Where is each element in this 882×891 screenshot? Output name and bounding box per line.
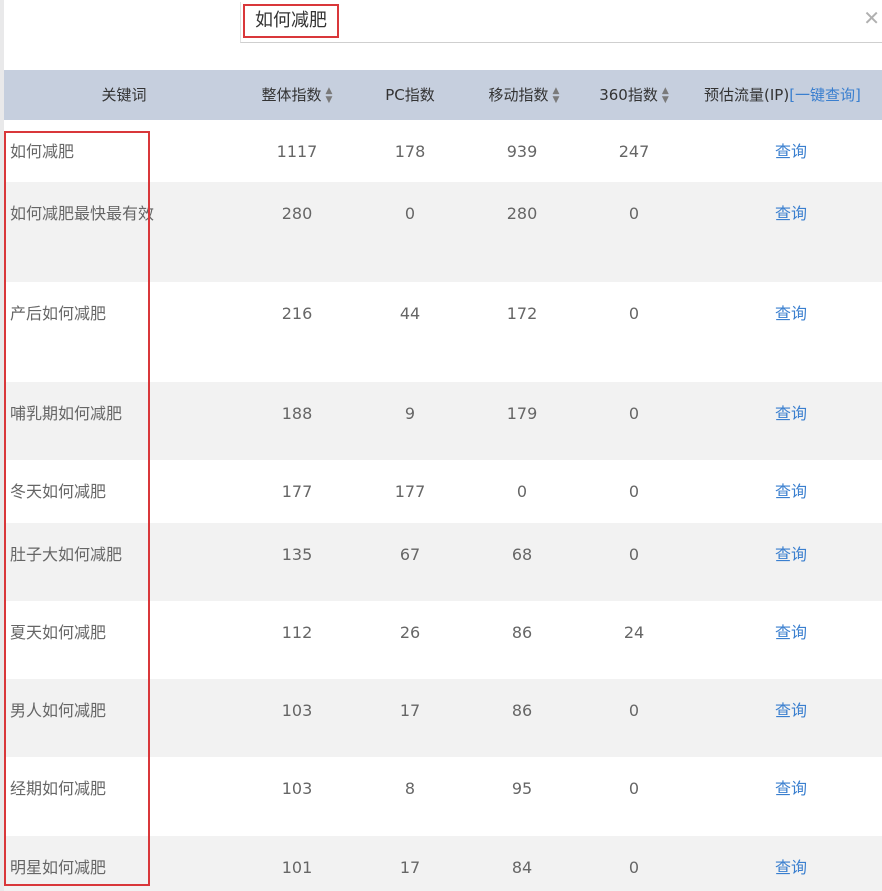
index-360-cell: 247 — [618, 142, 650, 161]
table-row: 明星如何减肥 101 17 84 0 查询 — [4, 836, 882, 891]
keyword-cell: 夏天如何减肥 — [10, 623, 107, 642]
index-360-cell: 0 — [628, 779, 640, 798]
keyword-cell: 男人如何减肥 — [10, 701, 107, 720]
mobile-index-cell: 939 — [506, 142, 538, 161]
query-link[interactable]: 查询 — [749, 480, 833, 504]
query-link[interactable]: 查询 — [749, 140, 833, 164]
header-total-label: 整体指数 — [261, 86, 322, 104]
mobile-index-cell: 84 — [511, 858, 533, 877]
mobile-index-cell: 86 — [511, 623, 533, 642]
query-link[interactable]: 查询 — [749, 699, 833, 723]
mobile-index-cell: 68 — [511, 545, 533, 564]
table-row: 经期如何减肥 103 8 95 0 查询 — [4, 757, 882, 836]
table-header: 关键词 整体指数 ▲ ▼ PC指数 移动指数 ▲ ▼ 360指数 ▲ ▼ 预估流量(IP)[… — [4, 70, 882, 120]
search-box[interactable]: 如何减肥 ✕ — [240, 2, 882, 43]
query-link[interactable]: 查询 — [749, 621, 833, 645]
mobile-index-cell: 179 — [506, 404, 538, 423]
pc-index-cell: 44 — [399, 304, 421, 323]
pc-index-cell: 8 — [404, 779, 416, 798]
index-360-cell: 0 — [628, 204, 640, 223]
mobile-index-cell: 172 — [506, 304, 538, 323]
keyword-cell: 经期如何减肥 — [10, 779, 107, 798]
table-row: 夏天如何减肥 112 26 86 24 查询 — [4, 601, 882, 679]
total-index-cell: 177 — [281, 482, 313, 501]
keyword-cell: 冬天如何减肥 — [10, 482, 107, 501]
header-traffic-label: 预估流量(IP) — [704, 86, 790, 104]
total-index-cell: 103 — [281, 779, 313, 798]
total-index-cell: 216 — [281, 304, 313, 323]
index-360-cell: 0 — [628, 404, 640, 423]
pc-index-cell: 17 — [399, 701, 421, 720]
keyword-cell: 哺乳期如何减肥 — [10, 404, 123, 423]
mobile-index-cell: 0 — [516, 482, 528, 501]
mobile-index-cell: 95 — [511, 779, 533, 798]
table-row: 如何减肥最快最有效 280 0 280 0 查询 — [4, 182, 882, 282]
pc-index-cell: 177 — [394, 482, 426, 501]
total-index-cell: 135 — [281, 545, 313, 564]
header-total[interactable]: 整体指数 ▲ ▼ — [247, 70, 347, 120]
query-link[interactable]: 查询 — [749, 202, 833, 226]
query-link[interactable]: 查询 — [749, 777, 833, 801]
table-row: 哺乳期如何减肥 188 9 179 0 查询 — [4, 382, 882, 460]
total-index-cell: 101 — [281, 858, 313, 877]
table-row: 如何减肥 1117 178 939 247 查询 — [4, 120, 882, 182]
total-index-cell: 188 — [281, 404, 313, 423]
close-icon[interactable]: ✕ — [863, 6, 880, 30]
index-360-cell: 0 — [628, 304, 640, 323]
keyword-cell: 如何减肥 — [10, 142, 75, 161]
index-360-cell: 0 — [628, 545, 640, 564]
pc-index-cell: 0 — [404, 204, 416, 223]
index-360-cell: 0 — [628, 858, 640, 877]
header-mobile-label: 移动指数 — [488, 86, 549, 104]
keyword-cell: 明星如何减肥 — [10, 858, 107, 877]
header-360-label: 360指数 — [599, 86, 658, 104]
pc-index-cell: 178 — [394, 142, 426, 161]
header-360[interactable]: 360指数 ▲ ▼ — [589, 70, 679, 120]
query-link[interactable]: 查询 — [749, 543, 833, 567]
total-index-cell: 280 — [281, 204, 313, 223]
table-row: 产后如何减肥 216 44 172 0 查询 — [4, 282, 882, 382]
index-360-cell: 24 — [623, 623, 645, 642]
query-all-link[interactable]: [一键查询] — [789, 86, 861, 104]
total-index-cell: 103 — [281, 701, 313, 720]
query-link[interactable]: 查询 — [749, 302, 833, 326]
query-link[interactable]: 查询 — [749, 856, 833, 880]
header-keyword: 关键词 — [101, 86, 147, 104]
table-row: 男人如何减肥 103 17 86 0 查询 — [4, 679, 882, 757]
index-360-cell: 0 — [628, 701, 640, 720]
header-mobile[interactable]: 移动指数 ▲ ▼ — [474, 70, 574, 120]
keyword-cell: 肚子大如何减肥 — [10, 545, 123, 564]
keyword-cell: 如何减肥最快最有效 — [10, 204, 155, 223]
index-360-cell: 0 — [628, 482, 640, 501]
header-traffic: 预估流量(IP)[一键查询] — [704, 70, 880, 120]
keyword-cell: 产后如何减肥 — [10, 304, 107, 323]
search-input[interactable]: 如何减肥 — [243, 4, 339, 38]
total-index-cell: 1117 — [276, 142, 318, 161]
total-index-cell: 112 — [281, 623, 313, 642]
sort-icon[interactable]: ▲ ▼ — [662, 86, 669, 105]
table-row: 肚子大如何减肥 135 67 68 0 查询 — [4, 523, 882, 601]
pc-index-cell: 17 — [399, 858, 421, 877]
pc-index-cell: 9 — [404, 404, 416, 423]
mobile-index-cell: 86 — [511, 701, 533, 720]
mobile-index-cell: 280 — [506, 204, 538, 223]
sort-icon[interactable]: ▲ ▼ — [553, 86, 560, 105]
pc-index-cell: 67 — [399, 545, 421, 564]
pc-index-cell: 26 — [399, 623, 421, 642]
keyword-table: 关键词 整体指数 ▲ ▼ PC指数 移动指数 ▲ ▼ 360指数 ▲ ▼ 预估流量(IP)[… — [4, 70, 882, 891]
header-pc: PC指数 — [385, 86, 435, 104]
sort-icon[interactable]: ▲ ▼ — [326, 86, 333, 105]
query-link[interactable]: 查询 — [749, 402, 833, 426]
table-row: 冬天如何减肥 177 177 0 0 查询 — [4, 460, 882, 523]
